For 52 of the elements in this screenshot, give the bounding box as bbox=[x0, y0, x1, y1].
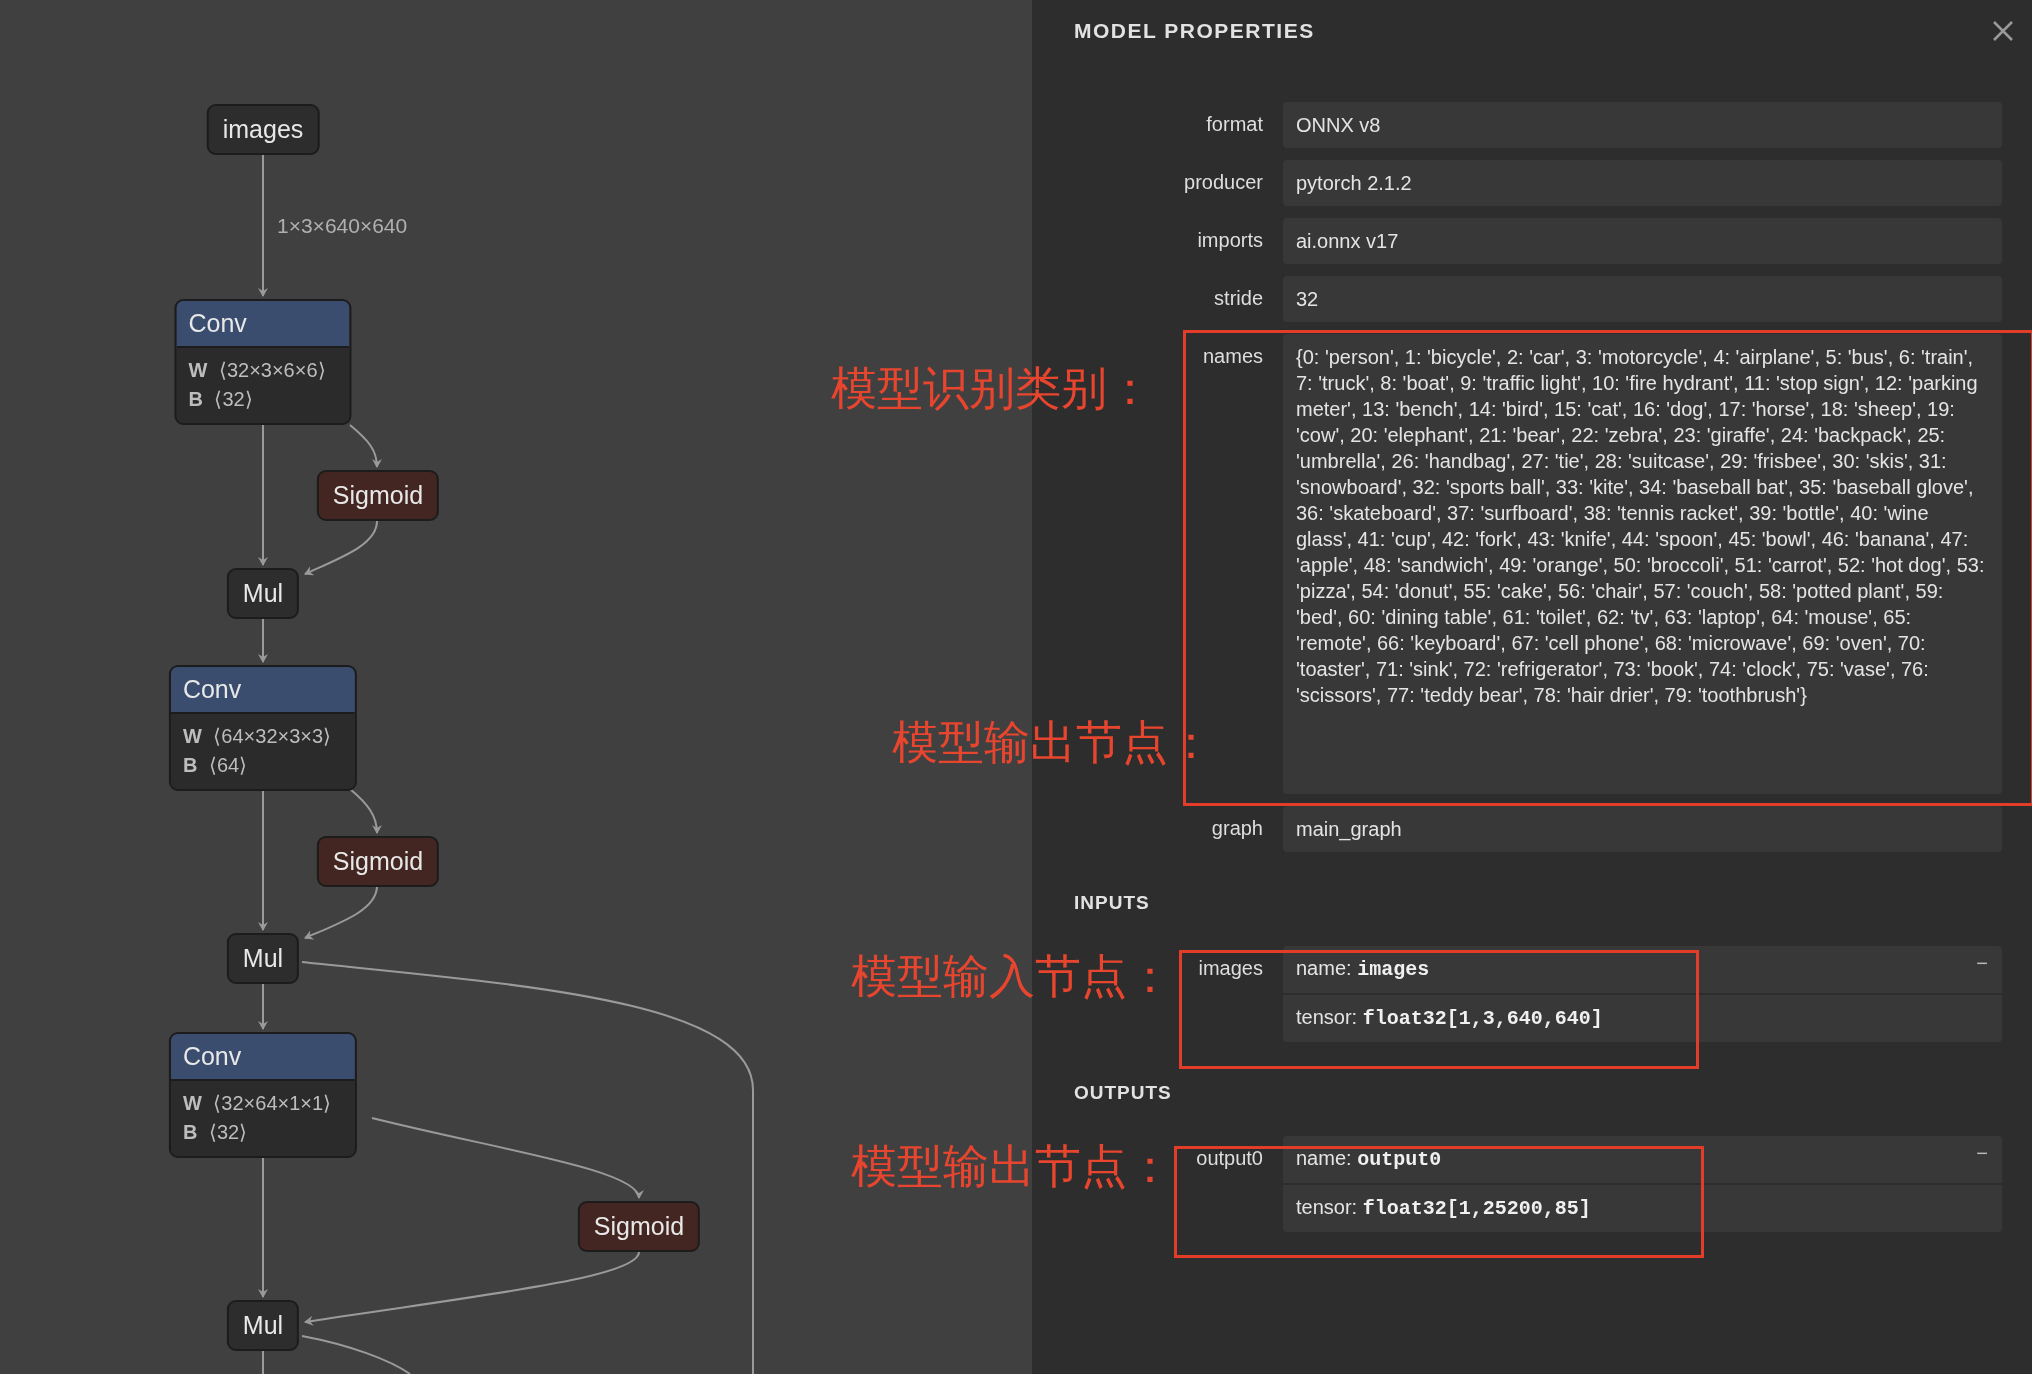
property-value: pytorch 2.1.2 bbox=[1283, 160, 2002, 206]
edge-arrow bbox=[349, 424, 382, 468]
annotation-text: 模型输出节点： bbox=[851, 1140, 1173, 1194]
node-header: Conv bbox=[176, 301, 350, 348]
attribute-line: W ⟨32×64×1×1⟩ bbox=[182, 1091, 333, 1116]
section-title: OUTPUTS bbox=[1074, 1082, 1173, 1104]
property-label: format bbox=[1206, 112, 1263, 137]
property-label: graph bbox=[1211, 816, 1263, 841]
property-label: imports bbox=[1197, 228, 1263, 253]
mul-node[interactable]: Mul bbox=[226, 933, 300, 984]
collapse-button[interactable]: − bbox=[1976, 946, 2002, 975]
node-header: Conv bbox=[170, 667, 356, 714]
annotation-text: 模型输入节点： bbox=[851, 950, 1173, 1004]
sigmoid-node[interactable]: Sigmoid bbox=[577, 1201, 701, 1252]
field-line: tensor: float32[1,25200,85] bbox=[1283, 1183, 2002, 1232]
annotation-text: 模型输出节点： bbox=[892, 716, 1214, 770]
edge-label: 1×3×640×640 bbox=[277, 214, 408, 238]
edge-arrow bbox=[258, 617, 268, 663]
edge-arrow bbox=[258, 983, 268, 1030]
sigmoid-node[interactable]: Sigmoid bbox=[316, 470, 440, 521]
panel-title: MODEL PROPERTIES bbox=[1074, 19, 1315, 43]
sigmoid-node[interactable]: Sigmoid bbox=[316, 836, 440, 887]
collapse-button[interactable]: − bbox=[1976, 1136, 2002, 1165]
mul-node[interactable]: Mul bbox=[226, 1300, 300, 1351]
property-label: output0 bbox=[1196, 1146, 1263, 1171]
property-label: images bbox=[1198, 956, 1263, 981]
property-label: names bbox=[1202, 344, 1263, 369]
property-label: stride bbox=[1214, 286, 1263, 311]
section-title: INPUTS bbox=[1074, 892, 1151, 914]
property-value: {0: 'person', 1: 'bicycle', 2: 'car', 3: 'motorcycle', 4: 'airplane', 5: 'bus', 6: 'train', 7: 'truck', 8: 'boat', 9: 'traffic light', 10: 'fire hydrant', 11: 'stop sign', 12: 'parking meter', 13: 'bench', 14: 'bird', 15: 'cat', 16: 'dog', 17: 'horse', 18: 'sheep', 19: 'cow', 20: 'elephant', 21: 'bear', 22: 'zebra', 23: 'giraffe', 24: 'backpack', 25: 'umbrella', 26: 'handbag', 27: 'tie', 28: 'suitcase', 29: 'frisbee', 30: 'skis', 31: 'snowboard', 32: 'sports ball', 33: 'kite', 34: 'baseball bat', 35: 'baseball glove', 36: 'skateboard', 37: 'surfboard', 38: 'tennis racket', 39: 'bottle', 40: 'wine glass', 41: 'cup', 42: 'fork', 43: 'knife', 44: 'spoon', 45: 'bowl', 46: 'banana', 47: 'apple', 48: 'sandwich', 49: 'orange', 50: 'broccoli', 51: 'carrot', 52: 'hot dog', 53: 'pizza', 54: 'donut', 55: 'cake', 56: 'chair', 57: 'couch', 58: 'potted plant', 59: 'bed', 60: 'dining table', 61: 'toilet', 62: 'tv', 63: 'laptop', 64: 'mouse', 65: 'remote', 66: 'keyboard', 67: 'cell phone', 68: 'microwave', 69: 'oven', 70: 'toaster', 71: 'sink', 72: 'refrigerator', 73: 'book', 74: 'clock', 75: 'vase', 76: 'scissors', 77: 'teddy bear', 78: 'hair drier', 79: 'toothbrush'} bbox=[1283, 334, 2002, 794]
property-label: producer bbox=[1184, 170, 1263, 195]
field-line: name: output0 bbox=[1295, 1146, 1443, 1173]
close-icon bbox=[1992, 20, 2014, 42]
conv-node[interactable]: Conv W ⟨32×64×1×1⟩ B ⟨32⟩ bbox=[168, 1032, 358, 1158]
attribute-line: B ⟨64⟩ bbox=[182, 753, 249, 778]
mul-node[interactable]: Mul bbox=[226, 568, 300, 619]
edge-arrow bbox=[349, 788, 382, 834]
attribute-line: B ⟨32⟩ bbox=[188, 387, 254, 412]
input-node[interactable]: images bbox=[206, 104, 320, 155]
property-value: ONNX v8 bbox=[1283, 102, 2002, 148]
property-value: 32 bbox=[1283, 276, 2002, 322]
conv-node[interactable]: Conv W ⟨32×3×6×6⟩ B ⟨32⟩ bbox=[174, 299, 352, 425]
conv-node[interactable]: Conv W ⟨64×32×3×3⟩ B ⟨64⟩ bbox=[168, 665, 358, 791]
attribute-line: B ⟨32⟩ bbox=[182, 1120, 249, 1145]
annotation-text: 模型识别类别： bbox=[831, 362, 1153, 416]
field-line: tensor: float32[1,3,640,640] bbox=[1283, 993, 2002, 1042]
attribute-line: W ⟨32×3×6×6⟩ bbox=[188, 358, 327, 383]
property-value: main_graph bbox=[1283, 806, 2002, 852]
field-line: name: images bbox=[1295, 956, 1431, 983]
node-header: Conv bbox=[170, 1034, 356, 1081]
property-value: ai.onnx v17 bbox=[1283, 218, 2002, 264]
attribute-line: W ⟨64×32×3×3⟩ bbox=[182, 724, 333, 749]
